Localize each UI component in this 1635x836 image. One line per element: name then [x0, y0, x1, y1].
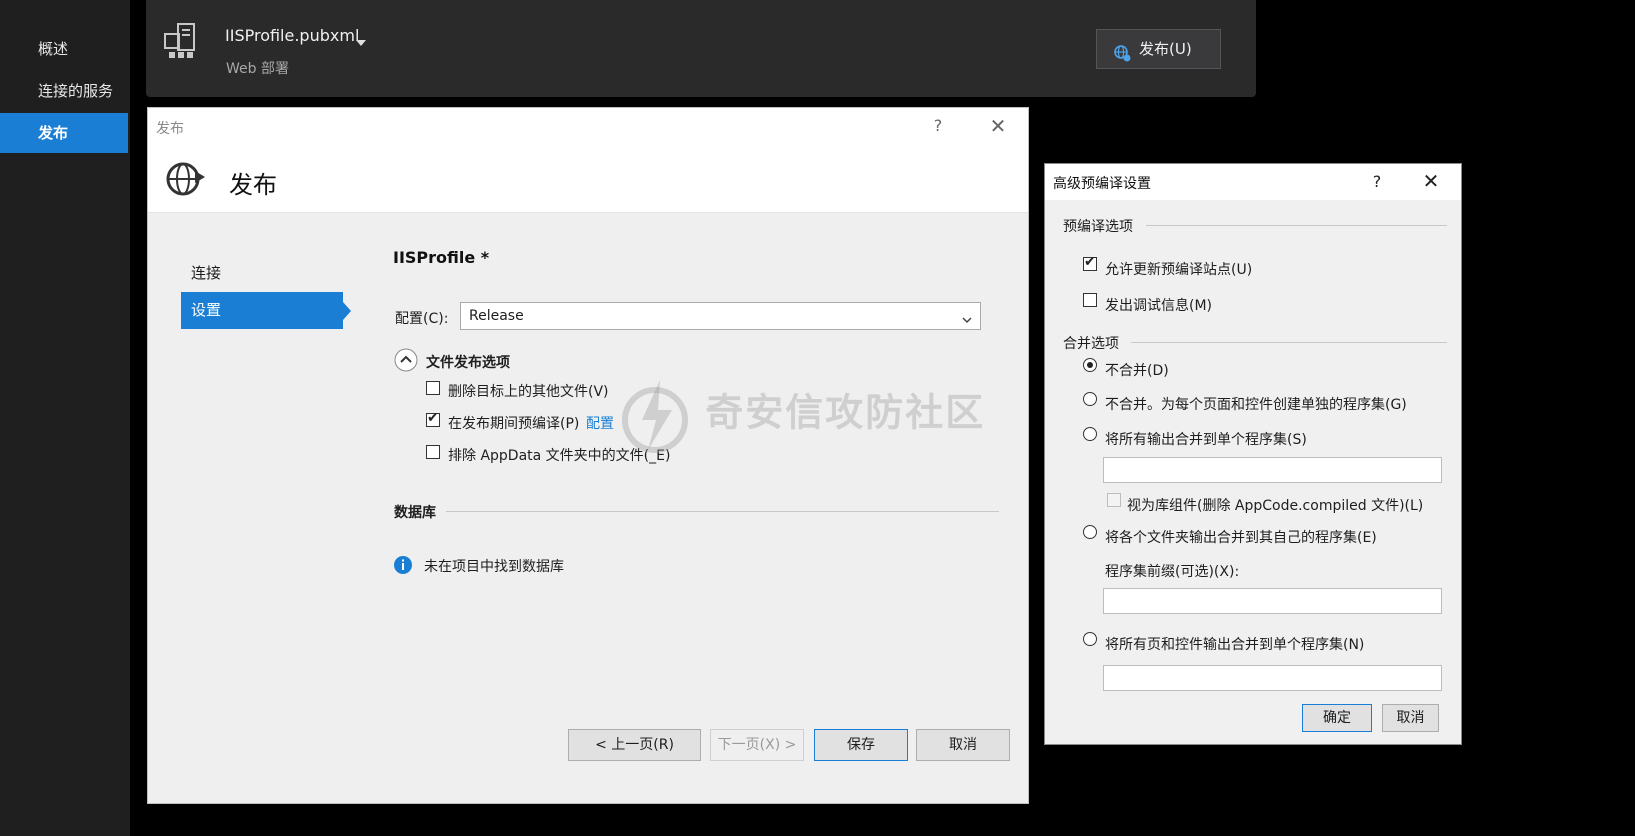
- single-assembly-radio[interactable]: [1083, 427, 1097, 441]
- advanced-precompile-dialog: 高级预编译设置 ? ✕ 预编译选项 允许更新预编译站点(U) 发出调试信息(M)…: [1044, 163, 1462, 745]
- publish-button[interactable]: 发布(U): [1096, 29, 1221, 69]
- allow-updatable-label: 允许更新预编译站点(U): [1105, 262, 1253, 278]
- pages-controls-assembly-radio[interactable]: [1083, 632, 1097, 646]
- pages-controls-assembly-label: 将所有页和控件输出合并到单个程序集(N): [1105, 637, 1365, 653]
- info-icon: [394, 556, 412, 578]
- profile-subtitle: Web 部署: [226, 61, 289, 77]
- close-icon[interactable]: ✕: [988, 114, 1008, 138]
- separate-assemblies-label: 不合并。为每个页面和控件创建单独的程序集(G): [1105, 397, 1407, 413]
- config-select[interactable]: Release: [460, 302, 981, 330]
- adv-dialog-titlebar: 高级预编译设置 ? ✕: [1045, 164, 1461, 200]
- precompile-configure-link[interactable]: 配置: [586, 413, 614, 433]
- publish-globe-icon: [1114, 39, 1132, 77]
- precompile-checkbox[interactable]: [426, 410, 440, 427]
- config-select-value: Release: [469, 308, 524, 324]
- watermark: 奇安信攻防社区: [620, 375, 985, 455]
- publish-globe-icon: [165, 159, 207, 203]
- exclude-appdata-checkbox[interactable]: [426, 445, 440, 459]
- dialog-window-title: 发布: [156, 121, 184, 137]
- server-icon: [162, 22, 202, 66]
- assembly-prefix-input[interactable]: [1103, 588, 1442, 614]
- profile-header: [146, 0, 1256, 97]
- nav-item-connected-services[interactable]: 连接的服务: [0, 71, 128, 111]
- cancel-button[interactable]: 取消: [916, 729, 1010, 761]
- precompile-label: 在发布期间预编译(P): [448, 416, 580, 432]
- emit-debug-label: 发出调试信息(M): [1105, 298, 1213, 314]
- publish-dialog: 发布 ? ✕ 发布 连接 设置 IISProfile * 配置(C): Rele…: [147, 107, 1029, 804]
- database-info-text: 未在项目中找到数据库: [424, 559, 564, 575]
- folder-assemblies-radio[interactable]: [1083, 525, 1097, 539]
- nav-item-overview[interactable]: 概述: [0, 29, 128, 69]
- help-button[interactable]: ?: [928, 116, 948, 135]
- next-button[interactable]: 下一页(X) >: [710, 729, 804, 761]
- step-connection[interactable]: 连接: [181, 255, 343, 292]
- close-icon[interactable]: ✕: [1421, 169, 1441, 193]
- chevron-down-icon[interactable]: [356, 34, 366, 50]
- precompile-group-line: [1146, 225, 1447, 226]
- library-component-label: 视为库组件(删除 AppCode.compiled 文件)(L): [1127, 498, 1424, 514]
- merge-group-title: 合并选项: [1063, 336, 1119, 352]
- no-merge-radio[interactable]: [1083, 358, 1097, 372]
- assembly-prefix-label: 程序集前缀(可选)(X):: [1105, 564, 1240, 580]
- ok-button[interactable]: 确定: [1302, 704, 1372, 732]
- save-button[interactable]: 保存: [814, 729, 908, 761]
- single-assembly-label: 将所有输出合并到单个程序集(S): [1105, 432, 1307, 448]
- single-assembly-name-input[interactable]: [1103, 457, 1442, 483]
- no-merge-label: 不合并(D): [1105, 363, 1169, 379]
- emit-debug-checkbox[interactable]: [1083, 293, 1097, 307]
- watermark-logo-icon: [622, 380, 688, 453]
- merge-group-line: [1131, 342, 1447, 343]
- nav-item-publish[interactable]: 发布: [0, 113, 128, 153]
- pages-controls-assembly-input[interactable]: [1103, 665, 1442, 691]
- database-title: 数据库: [394, 505, 436, 521]
- step-settings[interactable]: 设置: [181, 292, 351, 329]
- file-options-title: 文件发布选项: [426, 355, 510, 371]
- delete-other-files-label: 删除目标上的其他文件(V): [448, 384, 609, 400]
- help-button[interactable]: ?: [1367, 172, 1387, 191]
- profile-name[interactable]: IISProfile.pubxml: [225, 26, 359, 45]
- database-divider: [446, 511, 999, 512]
- dialog-header: 发布: [148, 145, 1028, 213]
- library-component-checkbox[interactable]: [1107, 493, 1121, 507]
- publish-button-label: 发布(U): [1139, 40, 1192, 58]
- delete-other-files-checkbox[interactable]: [426, 381, 440, 395]
- dialog-titlebar: 发布 ? ✕: [148, 108, 1028, 145]
- left-nav: 概述 连接的服务 发布: [0, 0, 130, 836]
- collapse-icon[interactable]: [394, 348, 418, 376]
- adv-dialog-title: 高级预编译设置: [1053, 176, 1151, 192]
- chevron-down-icon: [962, 312, 972, 328]
- dialog-header-title: 发布: [229, 171, 277, 199]
- adv-cancel-button[interactable]: 取消: [1382, 704, 1439, 732]
- folder-assemblies-label: 将各个文件夹输出合并到其自己的程序集(E): [1105, 530, 1377, 546]
- separate-assemblies-radio[interactable]: [1083, 392, 1097, 406]
- precompile-group-title: 预编译选项: [1063, 219, 1133, 235]
- watermark-text: 奇安信攻防社区: [705, 390, 986, 435]
- config-label: 配置(C):: [395, 311, 449, 327]
- profile-heading: IISProfile *: [393, 248, 490, 267]
- prev-button[interactable]: < 上一页(R): [568, 729, 701, 761]
- allow-updatable-checkbox[interactable]: [1083, 254, 1097, 271]
